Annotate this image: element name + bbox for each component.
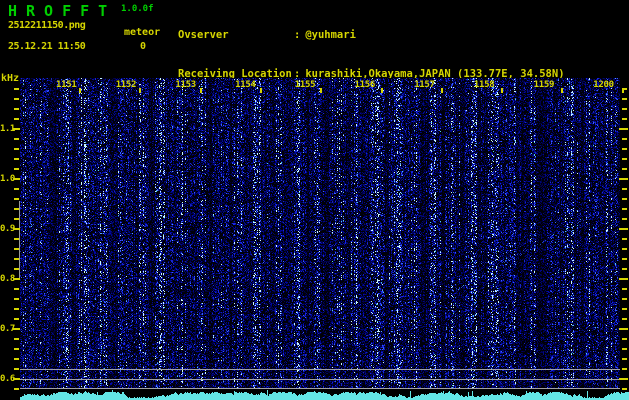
freq-minor-tick-left (14, 318, 19, 320)
time-tick-label: 1200 (593, 80, 614, 90)
freq-minor-tick-left (14, 108, 19, 110)
freq-minor-tick-left (14, 98, 19, 100)
info-label: Ovserver (178, 29, 229, 41)
time-tick-label: 1159 (533, 80, 555, 90)
freq-minor-tick-right (622, 268, 627, 270)
meteor-label: meteor (124, 27, 161, 38)
freq-minor-tick-left (14, 388, 19, 390)
freq-minor-tick-right (622, 348, 627, 350)
time-tick-label: 1157 (414, 80, 435, 90)
freq-minor-tick-left (14, 188, 19, 190)
freq-minor-tick-left (14, 158, 19, 160)
freq-major-tick-left (13, 128, 20, 130)
freq-minor-tick-right (622, 308, 627, 310)
freq-minor-tick-right (622, 198, 627, 200)
freq-minor-tick-left (14, 348, 19, 350)
freq-minor-tick-left (14, 118, 19, 120)
freq-minor-tick-right (622, 118, 627, 120)
freq-minor-tick-left (14, 298, 19, 300)
info-row-observer: Ovserver: @yuhmari (178, 29, 565, 42)
freq-major-tick-right (619, 228, 628, 230)
freq-major-tick-left (13, 378, 20, 380)
freq-minor-tick-right (622, 288, 627, 290)
freq-minor-tick-left (14, 168, 19, 170)
time-tick-mark (561, 88, 564, 93)
freq-major-tick-right (619, 278, 628, 280)
time-tick-label: 1156 (354, 80, 376, 90)
plot-left-border-segment (19, 201, 20, 278)
freq-major-tick-right (619, 328, 628, 330)
freq-minor-tick-left (14, 368, 19, 370)
app-title: HROFFT (8, 2, 117, 20)
time-tick-label: 1155 (294, 80, 316, 90)
time-tick-label: 1151 (56, 80, 77, 90)
freq-major-tick-right (619, 178, 628, 180)
time-tick-label: 1154 (235, 80, 256, 90)
freq-minor-tick-left (14, 238, 19, 240)
freq-minor-tick-left (14, 198, 19, 200)
freq-minor-tick-right (622, 368, 627, 370)
time-tick-label: 1158 (473, 80, 495, 90)
time-tick-label: 1152 (115, 80, 137, 90)
time-tick-mark (139, 88, 142, 93)
colon: : (294, 29, 301, 41)
freq-minor-tick-right (622, 248, 627, 250)
freq-major-tick-right (619, 378, 628, 380)
freq-minor-tick-right (622, 388, 627, 390)
freq-major-tick-left (13, 328, 20, 330)
freq-minor-tick-right (622, 108, 627, 110)
spectrogram-canvas (20, 78, 620, 389)
freq-minor-tick-left (14, 148, 19, 150)
freq-minor-tick-right (622, 238, 627, 240)
freq-minor-tick-left (14, 208, 19, 210)
freq-minor-tick-right (622, 318, 627, 320)
freq-minor-tick-left (14, 268, 19, 270)
freq-major-tick-left (13, 278, 20, 280)
freq-major-tick-right (619, 128, 628, 130)
datetime: 25.12.21 11:50 (8, 41, 86, 52)
time-tick-mark (501, 88, 504, 93)
time-tick-mark (440, 88, 443, 93)
freq-minor-tick-left (14, 288, 19, 290)
time-tick-mark (380, 88, 383, 93)
freq-minor-tick-right (622, 158, 627, 160)
freq-minor-tick-left (14, 338, 19, 340)
freq-minor-tick-right (622, 208, 627, 210)
freq-minor-tick-right (622, 188, 627, 190)
hrofft-window: HROFFT 1.0.0f 2512211150.png meteor 25.1… (0, 0, 629, 400)
app-version: 1.0.0f (121, 4, 154, 14)
time-tick-mark (320, 88, 323, 93)
freq-minor-tick-left (14, 358, 19, 360)
freq-minor-tick-left (14, 258, 19, 260)
freq-minor-tick-right (622, 88, 627, 90)
freq-axis-unit-label: kHz (1, 73, 20, 84)
freq-minor-tick-left (14, 138, 19, 140)
freq-minor-tick-right (622, 218, 627, 220)
meteor-count: 0 (140, 41, 147, 52)
freq-minor-tick-right (622, 98, 627, 100)
freq-minor-tick-right (622, 168, 627, 170)
freq-minor-tick-right (622, 148, 627, 150)
info-value: @yuhmari (305, 29, 356, 41)
signal-level-strip (20, 389, 629, 400)
freq-major-tick-left (13, 228, 20, 230)
freq-minor-tick-right (622, 298, 627, 300)
time-tick-mark (259, 88, 262, 93)
freq-minor-tick-right (622, 138, 627, 140)
freq-minor-tick-left (14, 218, 19, 220)
time-tick-mark (79, 88, 81, 93)
freq-minor-tick-right (622, 358, 627, 360)
freq-minor-tick-right (622, 258, 627, 260)
time-tick-label: 1153 (175, 80, 196, 90)
time-tick-mark (199, 88, 202, 93)
freq-minor-tick-left (14, 88, 19, 90)
freq-major-tick-left (13, 178, 20, 180)
output-filename: 2512211150.png (8, 20, 86, 31)
freq-minor-tick-right (622, 338, 627, 340)
freq-minor-tick-left (14, 308, 19, 310)
freq-minor-tick-left (14, 248, 19, 250)
